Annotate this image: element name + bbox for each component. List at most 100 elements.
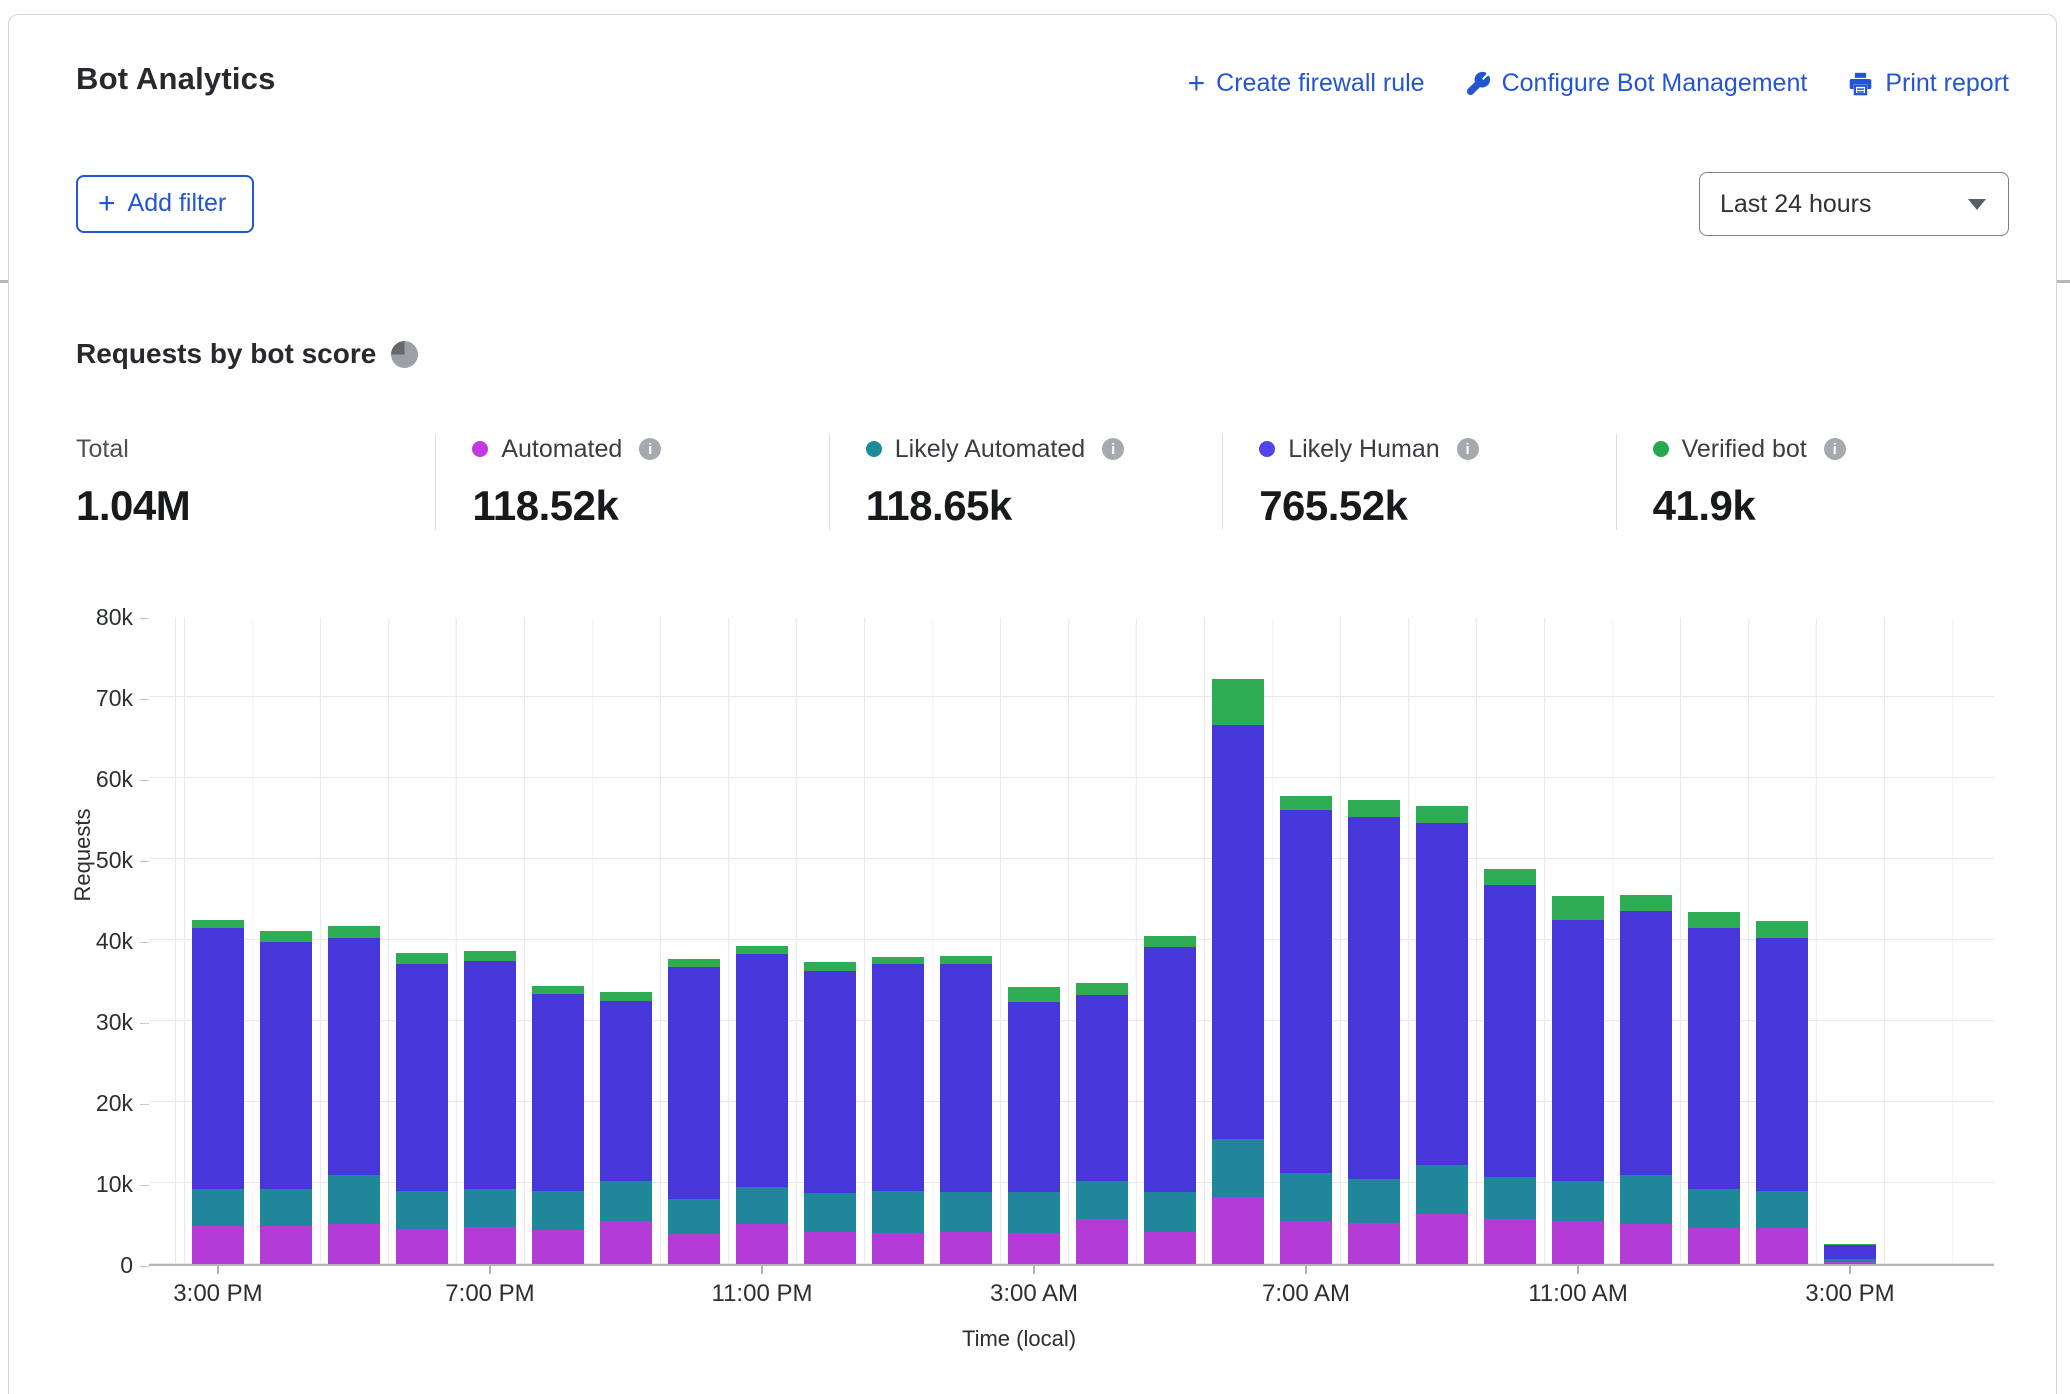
chevron-down-icon (1968, 199, 1986, 210)
segment-likely-automated (1144, 1192, 1196, 1233)
bar-200am-11[interactable] (940, 956, 992, 1264)
segment-verified-bot (1552, 896, 1604, 920)
segment-verified-bot (1008, 987, 1060, 1002)
bar-300am-12[interactable] (1008, 987, 1060, 1264)
stat-label: Total (76, 435, 129, 464)
segment-verified-bot (804, 962, 856, 971)
automated-dot (472, 441, 488, 457)
bar-900am-18[interactable] (1416, 806, 1468, 1264)
x-tick-label: 11:00 PM (652, 1280, 872, 1308)
segment-verified-bot (1756, 921, 1808, 937)
wrench-icon (1465, 71, 1491, 97)
segment-likely-human (260, 942, 312, 1189)
segment-automated (1484, 1219, 1536, 1264)
segment-likely-human (192, 928, 244, 1189)
segment-likely-human (1484, 885, 1536, 1177)
info-icon[interactable]: i (1824, 438, 1846, 460)
bar-1200am-9[interactable] (804, 962, 856, 1264)
bar-500am-14[interactable] (1144, 936, 1196, 1264)
plus-icon: + (98, 192, 116, 216)
stat-automated: Automated i 118.52k (435, 434, 828, 530)
segment-likely-automated (600, 1181, 652, 1222)
segment-automated (1212, 1197, 1264, 1264)
segment-likely-human (1076, 995, 1128, 1181)
y-tick-label: 40k (76, 928, 133, 955)
segment-verified-bot (532, 986, 584, 994)
print-report-link[interactable]: Print report (1847, 69, 2009, 98)
x-tick-label: 3:00 PM (1740, 1280, 1960, 1308)
stat-value: 1.04M (76, 482, 435, 530)
segment-likely-human (532, 994, 584, 1191)
bar-1000am-19[interactable] (1484, 869, 1536, 1264)
bar-100am-10[interactable] (872, 957, 924, 1264)
y-tick-label: 10k (76, 1171, 133, 1198)
x-tick-label: 11:00 AM (1468, 1280, 1688, 1308)
add-filter-button[interactable]: + Add filter (76, 175, 254, 233)
stat-value: 118.52k (472, 482, 828, 530)
segment-likely-automated (1484, 1177, 1536, 1219)
plot-area (149, 618, 1994, 1266)
bar-700pm-4[interactable] (464, 951, 516, 1264)
segment-likely-human (804, 971, 856, 1193)
segment-likely-human (1212, 725, 1264, 1138)
segment-automated (192, 1226, 244, 1264)
bar-800am-17[interactable] (1348, 800, 1400, 1264)
info-icon[interactable]: i (1102, 438, 1124, 460)
y-tick-mark (140, 618, 149, 619)
segment-automated (1008, 1233, 1060, 1264)
info-icon[interactable]: i (639, 438, 661, 460)
bar-1100pm-8[interactable] (736, 946, 788, 1264)
segment-likely-automated (1280, 1173, 1332, 1221)
segment-verified-bot (260, 931, 312, 942)
time-range-select[interactable]: Last 24 hours (1699, 172, 2009, 236)
stat-label: Automated (501, 435, 622, 464)
bar-900pm-6[interactable] (600, 992, 652, 1264)
action-label: Create firewall rule (1216, 69, 1424, 98)
stat-value: 41.9k (1653, 482, 2009, 530)
bar-200pm-23[interactable] (1756, 921, 1808, 1264)
segment-likely-human (668, 967, 720, 1200)
bar-600am-15[interactable] (1212, 679, 1264, 1264)
bar-100pm-22[interactable] (1688, 912, 1740, 1264)
bar-300pm-0[interactable] (192, 920, 244, 1264)
segment-likely-human (464, 961, 516, 1189)
bar-500pm-2[interactable] (328, 926, 380, 1264)
x-tick-mark (1033, 1266, 1035, 1274)
x-tick-mark (1305, 1266, 1307, 1274)
segment-likely-automated (872, 1191, 924, 1233)
y-tick-mark (140, 780, 149, 781)
segment-likely-human (1008, 1002, 1060, 1192)
bar-1100am-20[interactable] (1552, 896, 1604, 1264)
bar-1200pm-21[interactable] (1620, 895, 1672, 1264)
likely-human-dot (1259, 441, 1275, 457)
configure-bot-management-link[interactable]: Configure Bot Management (1465, 69, 1808, 98)
bar-400am-13[interactable] (1076, 983, 1128, 1264)
info-icon[interactable]: i (1457, 438, 1479, 460)
x-tick-mark (217, 1266, 219, 1274)
y-tick-mark (140, 1266, 149, 1267)
segment-verified-bot (1212, 679, 1264, 725)
segment-automated (1620, 1224, 1672, 1265)
x-tick-label: 7:00 PM (380, 1280, 600, 1308)
y-tick-mark (140, 1185, 149, 1186)
segment-verified-bot (1484, 869, 1536, 885)
create-firewall-rule-link[interactable]: + Create firewall rule (1188, 69, 1425, 98)
section-title-row: Requests by bot score (76, 338, 2009, 370)
stat-value: 765.52k (1259, 482, 1615, 530)
bar-400pm-1[interactable] (260, 931, 312, 1264)
segment-verified-bot (1620, 895, 1672, 911)
x-tick-mark (1849, 1266, 1851, 1274)
likely-automated-dot (866, 441, 882, 457)
bar-700am-16[interactable] (1280, 796, 1332, 1264)
y-tick-label: 60k (76, 766, 133, 793)
segment-likely-human (1824, 1245, 1876, 1260)
plus-icon: + (1188, 73, 1206, 95)
bar-800pm-5[interactable] (532, 986, 584, 1264)
bar-300pm-24[interactable] (1824, 1244, 1876, 1264)
segment-verified-bot (192, 920, 244, 928)
segment-automated (328, 1224, 380, 1265)
bar-600pm-3[interactable] (396, 953, 448, 1264)
bot-analytics-card: Bot Analytics + Create firewall rule Con… (8, 14, 2057, 1394)
bar-1000pm-7[interactable] (668, 959, 720, 1264)
segment-likely-automated (532, 1191, 584, 1230)
